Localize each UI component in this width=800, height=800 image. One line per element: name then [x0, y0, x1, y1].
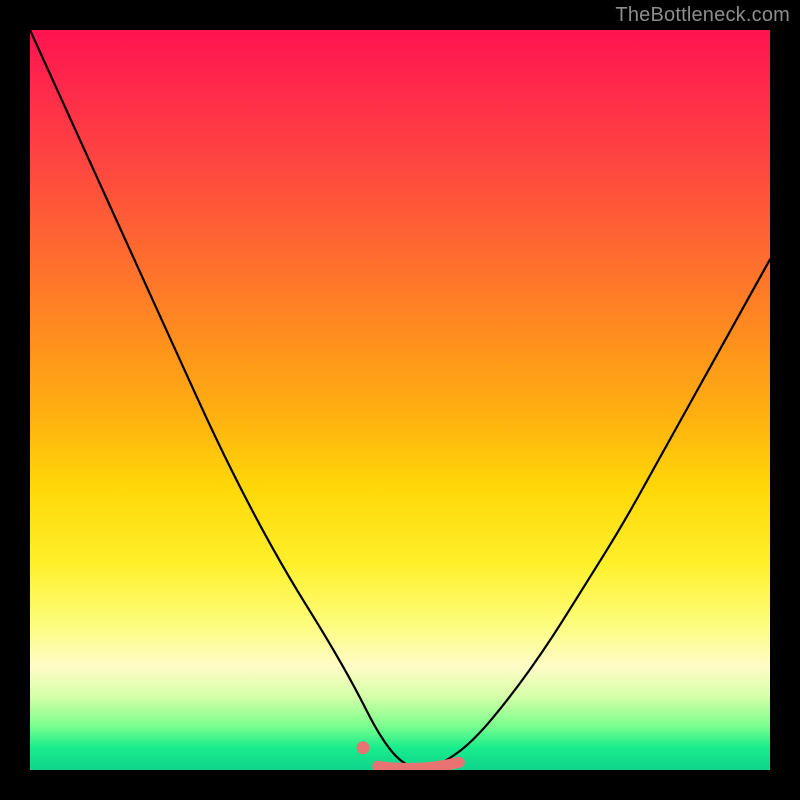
- curve-layer: [30, 30, 770, 770]
- watermark-text: TheBottleneck.com: [615, 4, 790, 27]
- plot-area: [30, 30, 770, 770]
- marker-point: [357, 741, 370, 754]
- minimum-band: [378, 762, 459, 768]
- bottleneck-curve: [30, 30, 770, 768]
- chart-frame: TheBottleneck.com: [0, 0, 800, 800]
- minimum-marker: [357, 741, 460, 768]
